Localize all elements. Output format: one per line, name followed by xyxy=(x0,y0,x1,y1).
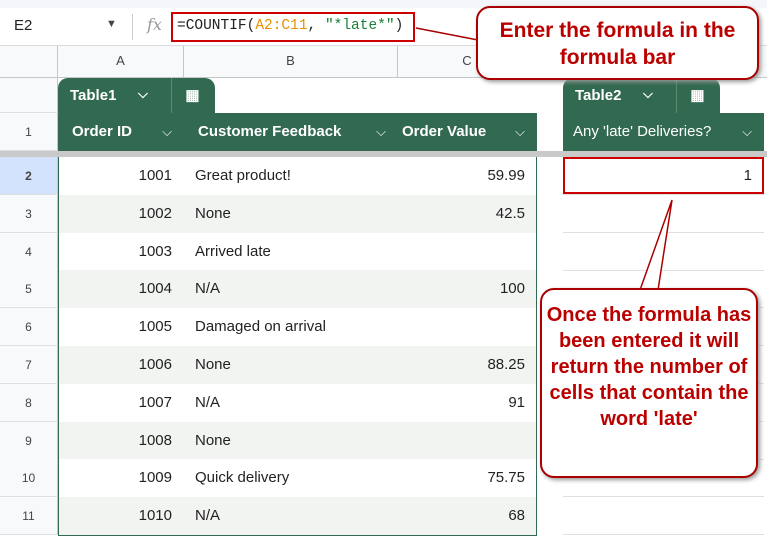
pointer-line xyxy=(415,27,479,41)
pointer-line xyxy=(639,199,673,291)
callout-result-explanation: Once the formula has been entered it wil… xyxy=(540,288,758,478)
callout-enter-formula: Enter the formula in the formula bar xyxy=(476,6,759,80)
